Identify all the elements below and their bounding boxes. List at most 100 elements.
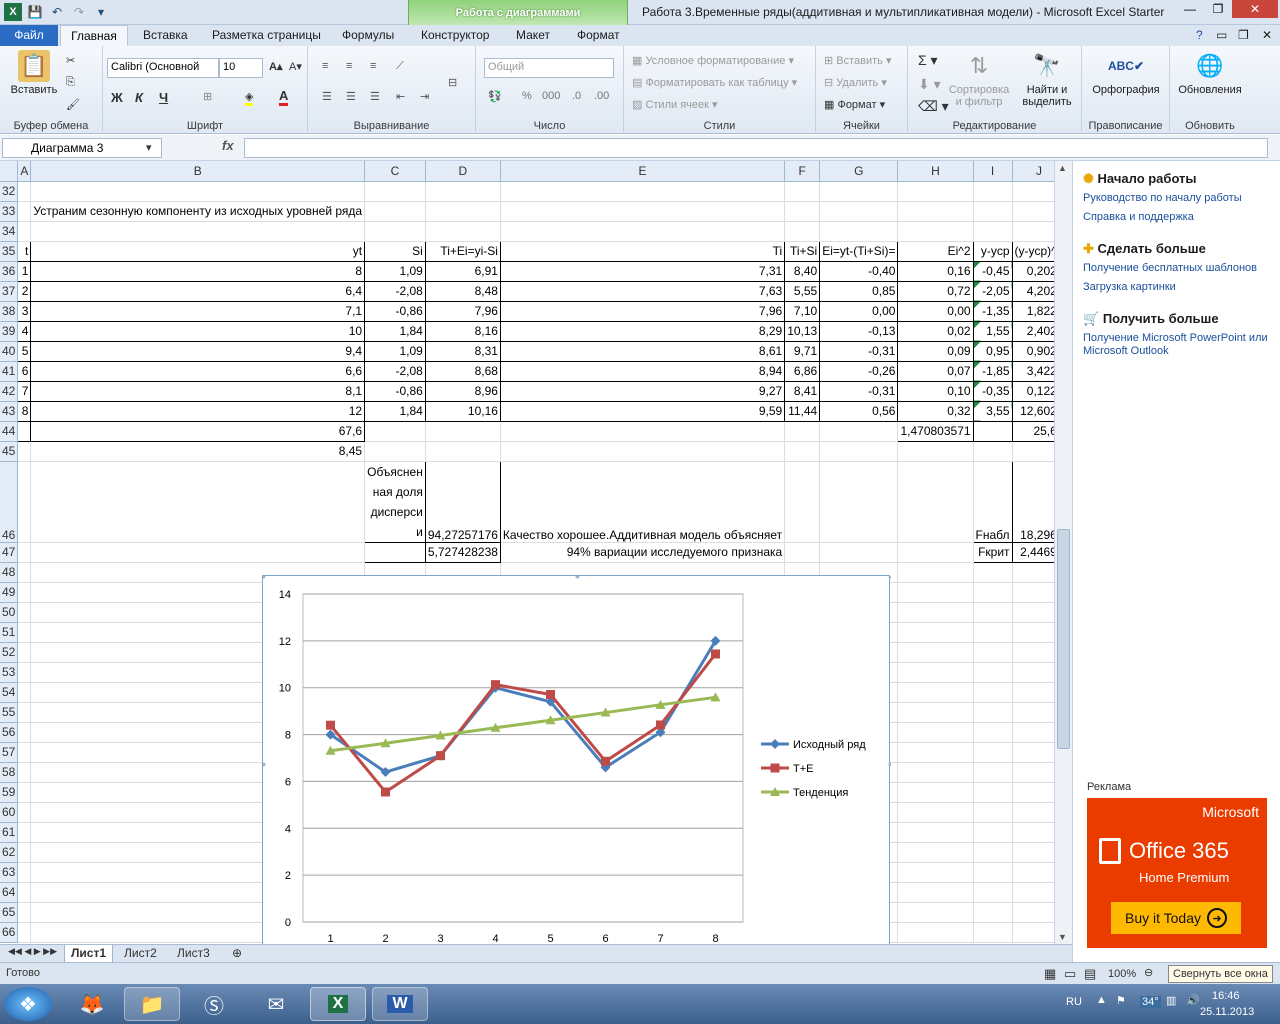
cell[interactable]: 1,470803571: [897, 420, 974, 442]
cell[interactable]: 1,84: [364, 400, 426, 422]
cell[interactable]: [819, 542, 899, 563]
cell[interactable]: [897, 822, 974, 843]
cell[interactable]: 8,29: [499, 320, 786, 342]
cell[interactable]: [784, 201, 821, 222]
cell[interactable]: [17, 782, 32, 803]
flag-icon[interactable]: ⚑: [1116, 994, 1126, 1007]
cell[interactable]: [425, 421, 501, 442]
increase-decimal-icon[interactable]: .0: [572, 90, 581, 102]
resize-handle[interactable]: [575, 574, 580, 579]
cell[interactable]: [364, 181, 426, 202]
cell[interactable]: 6: [17, 360, 32, 382]
cell[interactable]: 8,16: [424, 320, 501, 342]
cell[interactable]: [425, 221, 501, 242]
cell[interactable]: 94% вариации исследуемого признака: [500, 542, 786, 563]
cut-icon[interactable]: ✂: [66, 54, 75, 67]
cell[interactable]: [897, 602, 974, 623]
cell[interactable]: [973, 221, 1013, 242]
format-painter-icon[interactable]: 🖌: [66, 98, 80, 111]
cell[interactable]: 94,27257176: [424, 460, 501, 543]
chart-object[interactable]: 0 2 4 6 8 10 12 14 1 2 3 4 5 6 7 8 Исходный ряд T+E Тенден…: [261, 574, 893, 950]
workbook-close-icon[interactable]: ✕: [1262, 28, 1272, 42]
cell[interactable]: 8,61: [499, 340, 786, 362]
align-top-icon[interactable]: ≡: [322, 60, 328, 72]
cell[interactable]: Ti+Ei=yi-Si: [424, 240, 501, 262]
cell[interactable]: 12: [30, 400, 366, 422]
cell[interactable]: -0,86: [364, 380, 426, 402]
cell[interactable]: 10: [30, 320, 366, 342]
link-templates[interactable]: Получение бесплатных шаблонов: [1083, 262, 1257, 274]
cell[interactable]: Ei=yt-(Ti+Si)=: [819, 240, 899, 262]
cell[interactable]: 8,1: [30, 380, 366, 402]
row-header[interactable]: 35: [0, 241, 19, 262]
network-icon[interactable]: ▥: [1166, 994, 1176, 1007]
cell[interactable]: [364, 421, 426, 442]
cell[interactable]: [897, 461, 974, 543]
find-select-button[interactable]: 🔭 Найти и выделить: [1016, 50, 1078, 108]
vertical-scrollbar[interactable]: ▲ ▼: [1054, 161, 1072, 944]
zoom-out-icon[interactable]: ⊖: [1144, 966, 1153, 979]
cell[interactable]: [500, 221, 786, 242]
updates-button[interactable]: 🌐 Обновления: [1172, 50, 1248, 96]
select-all-corner[interactable]: [0, 161, 19, 182]
cell[interactable]: 10,13: [784, 320, 821, 342]
name-box-dropdown-icon[interactable]: ▾: [146, 141, 152, 154]
cell[interactable]: [784, 542, 821, 563]
link-help[interactable]: Справка и поддержка: [1083, 211, 1194, 223]
cell[interactable]: [973, 682, 1013, 703]
save-icon[interactable]: 💾: [26, 3, 44, 21]
cell[interactable]: 8,96: [424, 380, 501, 402]
cell[interactable]: [897, 842, 974, 863]
cell[interactable]: [897, 702, 974, 723]
comma-icon[interactable]: 000: [542, 90, 560, 102]
first-sheet-icon[interactable]: ◀◀ ◀ ▶ ▶▶: [2, 945, 63, 963]
cell[interactable]: -2,08: [364, 280, 426, 302]
cell[interactable]: [17, 181, 32, 202]
scroll-down-icon[interactable]: ▼: [1058, 932, 1067, 942]
cell[interactable]: 0,72: [897, 280, 974, 302]
cell[interactable]: 0,00: [819, 300, 899, 322]
cell[interactable]: 1: [17, 260, 32, 282]
font-size-select[interactable]: 10: [219, 58, 263, 78]
cell[interactable]: [897, 662, 974, 683]
sheet-tab-2[interactable]: Лист2: [118, 945, 163, 963]
cell[interactable]: 9,4: [30, 340, 366, 362]
cell[interactable]: 0,00: [897, 300, 974, 322]
cell[interactable]: [973, 642, 1013, 663]
row-header[interactable]: 43: [0, 401, 19, 422]
tab-format[interactable]: Формат: [577, 28, 620, 42]
cell[interactable]: 6,4: [30, 280, 366, 302]
cell[interactable]: [897, 542, 974, 563]
temperature-gadget[interactable]: 34°: [1140, 996, 1161, 1008]
maximize-button[interactable]: ❐: [1204, 0, 1232, 18]
cell[interactable]: [17, 201, 32, 222]
close-button[interactable]: ✕: [1232, 0, 1278, 18]
redo-icon[interactable]: ↷: [70, 3, 88, 21]
align-middle-icon[interactable]: ≡: [346, 60, 352, 72]
cell[interactable]: -1,35: [972, 300, 1013, 322]
cell[interactable]: 11,44: [784, 400, 821, 422]
cell[interactable]: 5,55: [784, 280, 821, 302]
cell[interactable]: [784, 181, 821, 202]
excel-taskbar-icon[interactable]: X: [310, 987, 366, 1021]
cell[interactable]: [973, 862, 1013, 883]
cell[interactable]: [17, 441, 32, 462]
cell[interactable]: [17, 802, 32, 823]
cell[interactable]: [364, 541, 426, 563]
help-icon[interactable]: ?: [1196, 28, 1203, 42]
cell[interactable]: [17, 842, 32, 863]
row-header[interactable]: 34: [0, 221, 19, 242]
zoom-level[interactable]: 100%: [1108, 968, 1136, 980]
row-header[interactable]: 66: [0, 922, 19, 943]
align-left-icon[interactable]: ☰: [322, 90, 332, 103]
cell[interactable]: [973, 622, 1013, 643]
cell[interactable]: 4: [17, 320, 32, 342]
fill-icon[interactable]: ⬇ ▾: [918, 76, 941, 93]
spelling-button[interactable]: ABC✔ Орфография: [1086, 50, 1166, 96]
row-header[interactable]: 55: [0, 702, 19, 723]
row-header[interactable]: 58: [0, 762, 19, 783]
column-header-d[interactable]: D: [425, 161, 501, 182]
minimize-button[interactable]: —: [1176, 0, 1204, 18]
row-header[interactable]: 48: [0, 562, 19, 583]
clear-icon[interactable]: ⌫ ▾: [918, 98, 949, 115]
